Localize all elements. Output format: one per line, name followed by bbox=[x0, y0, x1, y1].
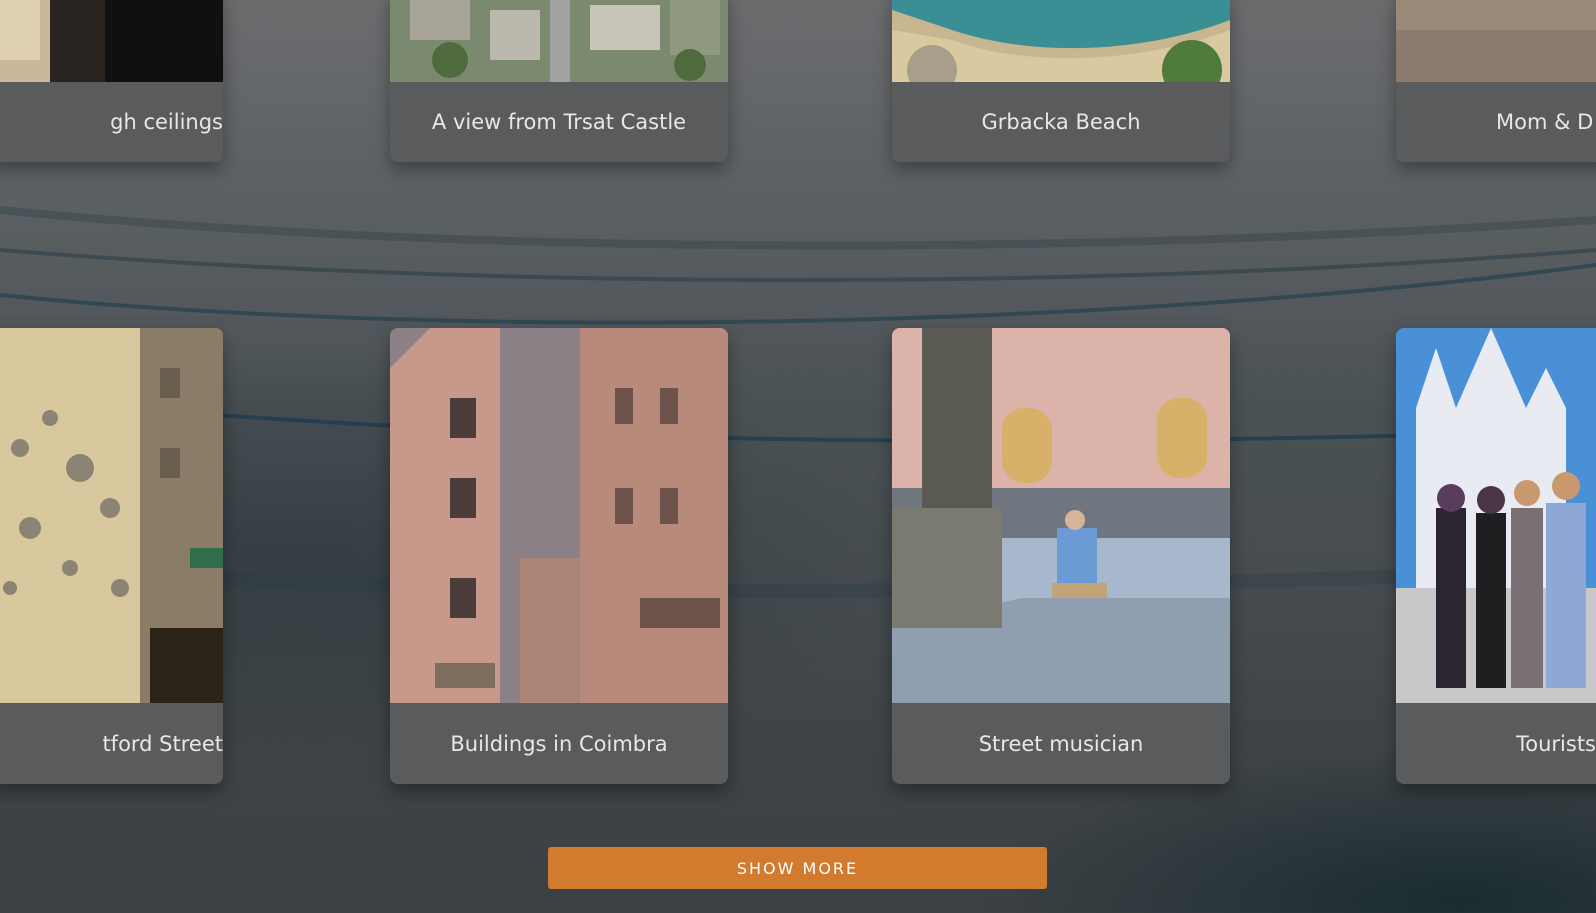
card-caption: gh ceilings bbox=[110, 110, 223, 134]
town-aerial-photo bbox=[390, 0, 728, 82]
card-caption: Tourists bbox=[1516, 732, 1596, 756]
beach-coast-photo bbox=[892, 0, 1230, 82]
photo-card[interactable]: Buildings in Coimbra bbox=[390, 328, 728, 784]
background-wires bbox=[0, 206, 1596, 599]
photo-card[interactable]: Tourists bbox=[1396, 328, 1596, 784]
show-more-button[interactable]: SHOW MORE bbox=[548, 847, 1047, 889]
tourists-cathedral-photo bbox=[1396, 328, 1596, 703]
photo-card[interactable]: gh ceilings bbox=[0, 0, 223, 162]
photo-card[interactable]: tford Street bbox=[0, 328, 223, 784]
coimbra-buildings-photo bbox=[390, 328, 728, 703]
card-caption: A view from Trsat Castle bbox=[431, 110, 687, 134]
pavement-photo bbox=[1396, 0, 1596, 82]
card-caption: Buildings in Coimbra bbox=[450, 732, 668, 756]
street-lanterns-photo bbox=[0, 328, 223, 703]
photo-card[interactable]: Mom & D bbox=[1396, 0, 1596, 162]
card-caption: tford Street bbox=[102, 732, 223, 756]
statue-musician-photo bbox=[892, 328, 1230, 703]
photo-card[interactable]: Grbacka Beach bbox=[892, 0, 1230, 162]
card-caption: Street musician bbox=[978, 732, 1144, 756]
card-caption: Mom & D bbox=[1496, 110, 1594, 134]
room-doorway-photo bbox=[0, 0, 223, 82]
photo-card[interactable]: Street musician bbox=[892, 328, 1230, 784]
card-caption: Grbacka Beach bbox=[981, 110, 1141, 134]
photo-card[interactable]: A view from Trsat Castle bbox=[390, 0, 728, 162]
